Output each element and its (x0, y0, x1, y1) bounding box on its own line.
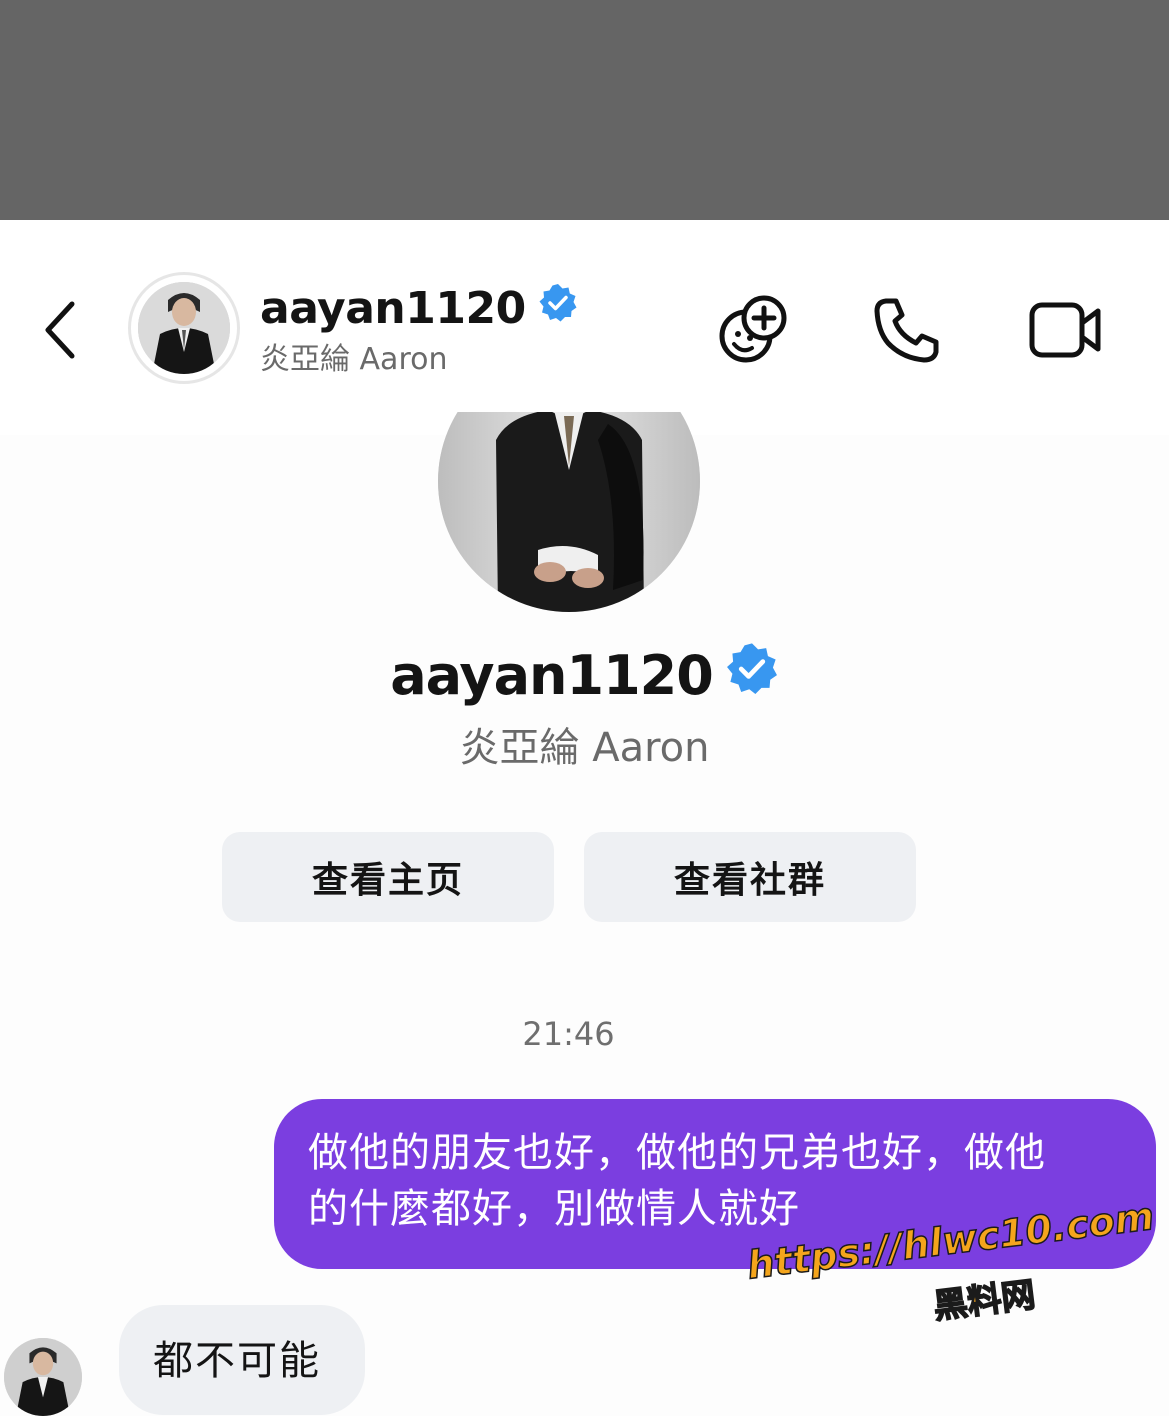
video-camera-icon (1029, 302, 1101, 358)
top-blank-band (0, 0, 1169, 220)
verified-badge-icon (538, 282, 578, 336)
verified-badge-icon (725, 642, 779, 710)
profile-full-name: 炎亞綸 Aaron (459, 725, 710, 771)
header-username[interactable]: aayan1120 (260, 282, 578, 336)
view-community-button[interactable]: 查看社群 (584, 832, 916, 922)
profile-username-text: aayan1120 (390, 644, 714, 707)
avatar-image (138, 282, 230, 374)
view-profile-button[interactable]: 查看主页 (222, 832, 554, 922)
voice-call-button[interactable] (869, 292, 945, 368)
profile-avatar-image (438, 412, 700, 612)
sender-avatar[interactable] (4, 1338, 82, 1416)
chat-header: aayan1120 炎亞綸 Aaron (0, 220, 1169, 435)
video-call-button[interactable] (1028, 292, 1104, 368)
sent-message-line: 的什麼都好，別做情人就好 (308, 1186, 800, 1232)
back-button[interactable] (30, 295, 90, 365)
phone-icon (874, 298, 939, 363)
chevron-left-icon (45, 301, 75, 359)
received-message-bubble[interactable]: 都不可能 (119, 1305, 365, 1415)
header-avatar[interactable] (128, 272, 240, 384)
profile-username: aayan1120 (0, 642, 1169, 710)
header-full-name: 炎亞綸 Aaron (260, 342, 448, 377)
effects-button[interactable] (716, 292, 792, 368)
header-username-text: aayan1120 (260, 283, 526, 334)
sent-message-line: 做他的朋友也好，做他的兄弟也好，做他 (308, 1130, 1046, 1176)
sent-message-bubble[interactable]: 做他的朋友也好，做他的兄弟也好，做他 的什麼都好，別做情人就好 (274, 1099, 1156, 1269)
message-timestamp: 21:46 (522, 1015, 615, 1053)
sticker-effects-icon (719, 295, 787, 363)
watermark-brand: 黑料网 (931, 1274, 1039, 1328)
profile-avatar[interactable] (438, 412, 700, 612)
